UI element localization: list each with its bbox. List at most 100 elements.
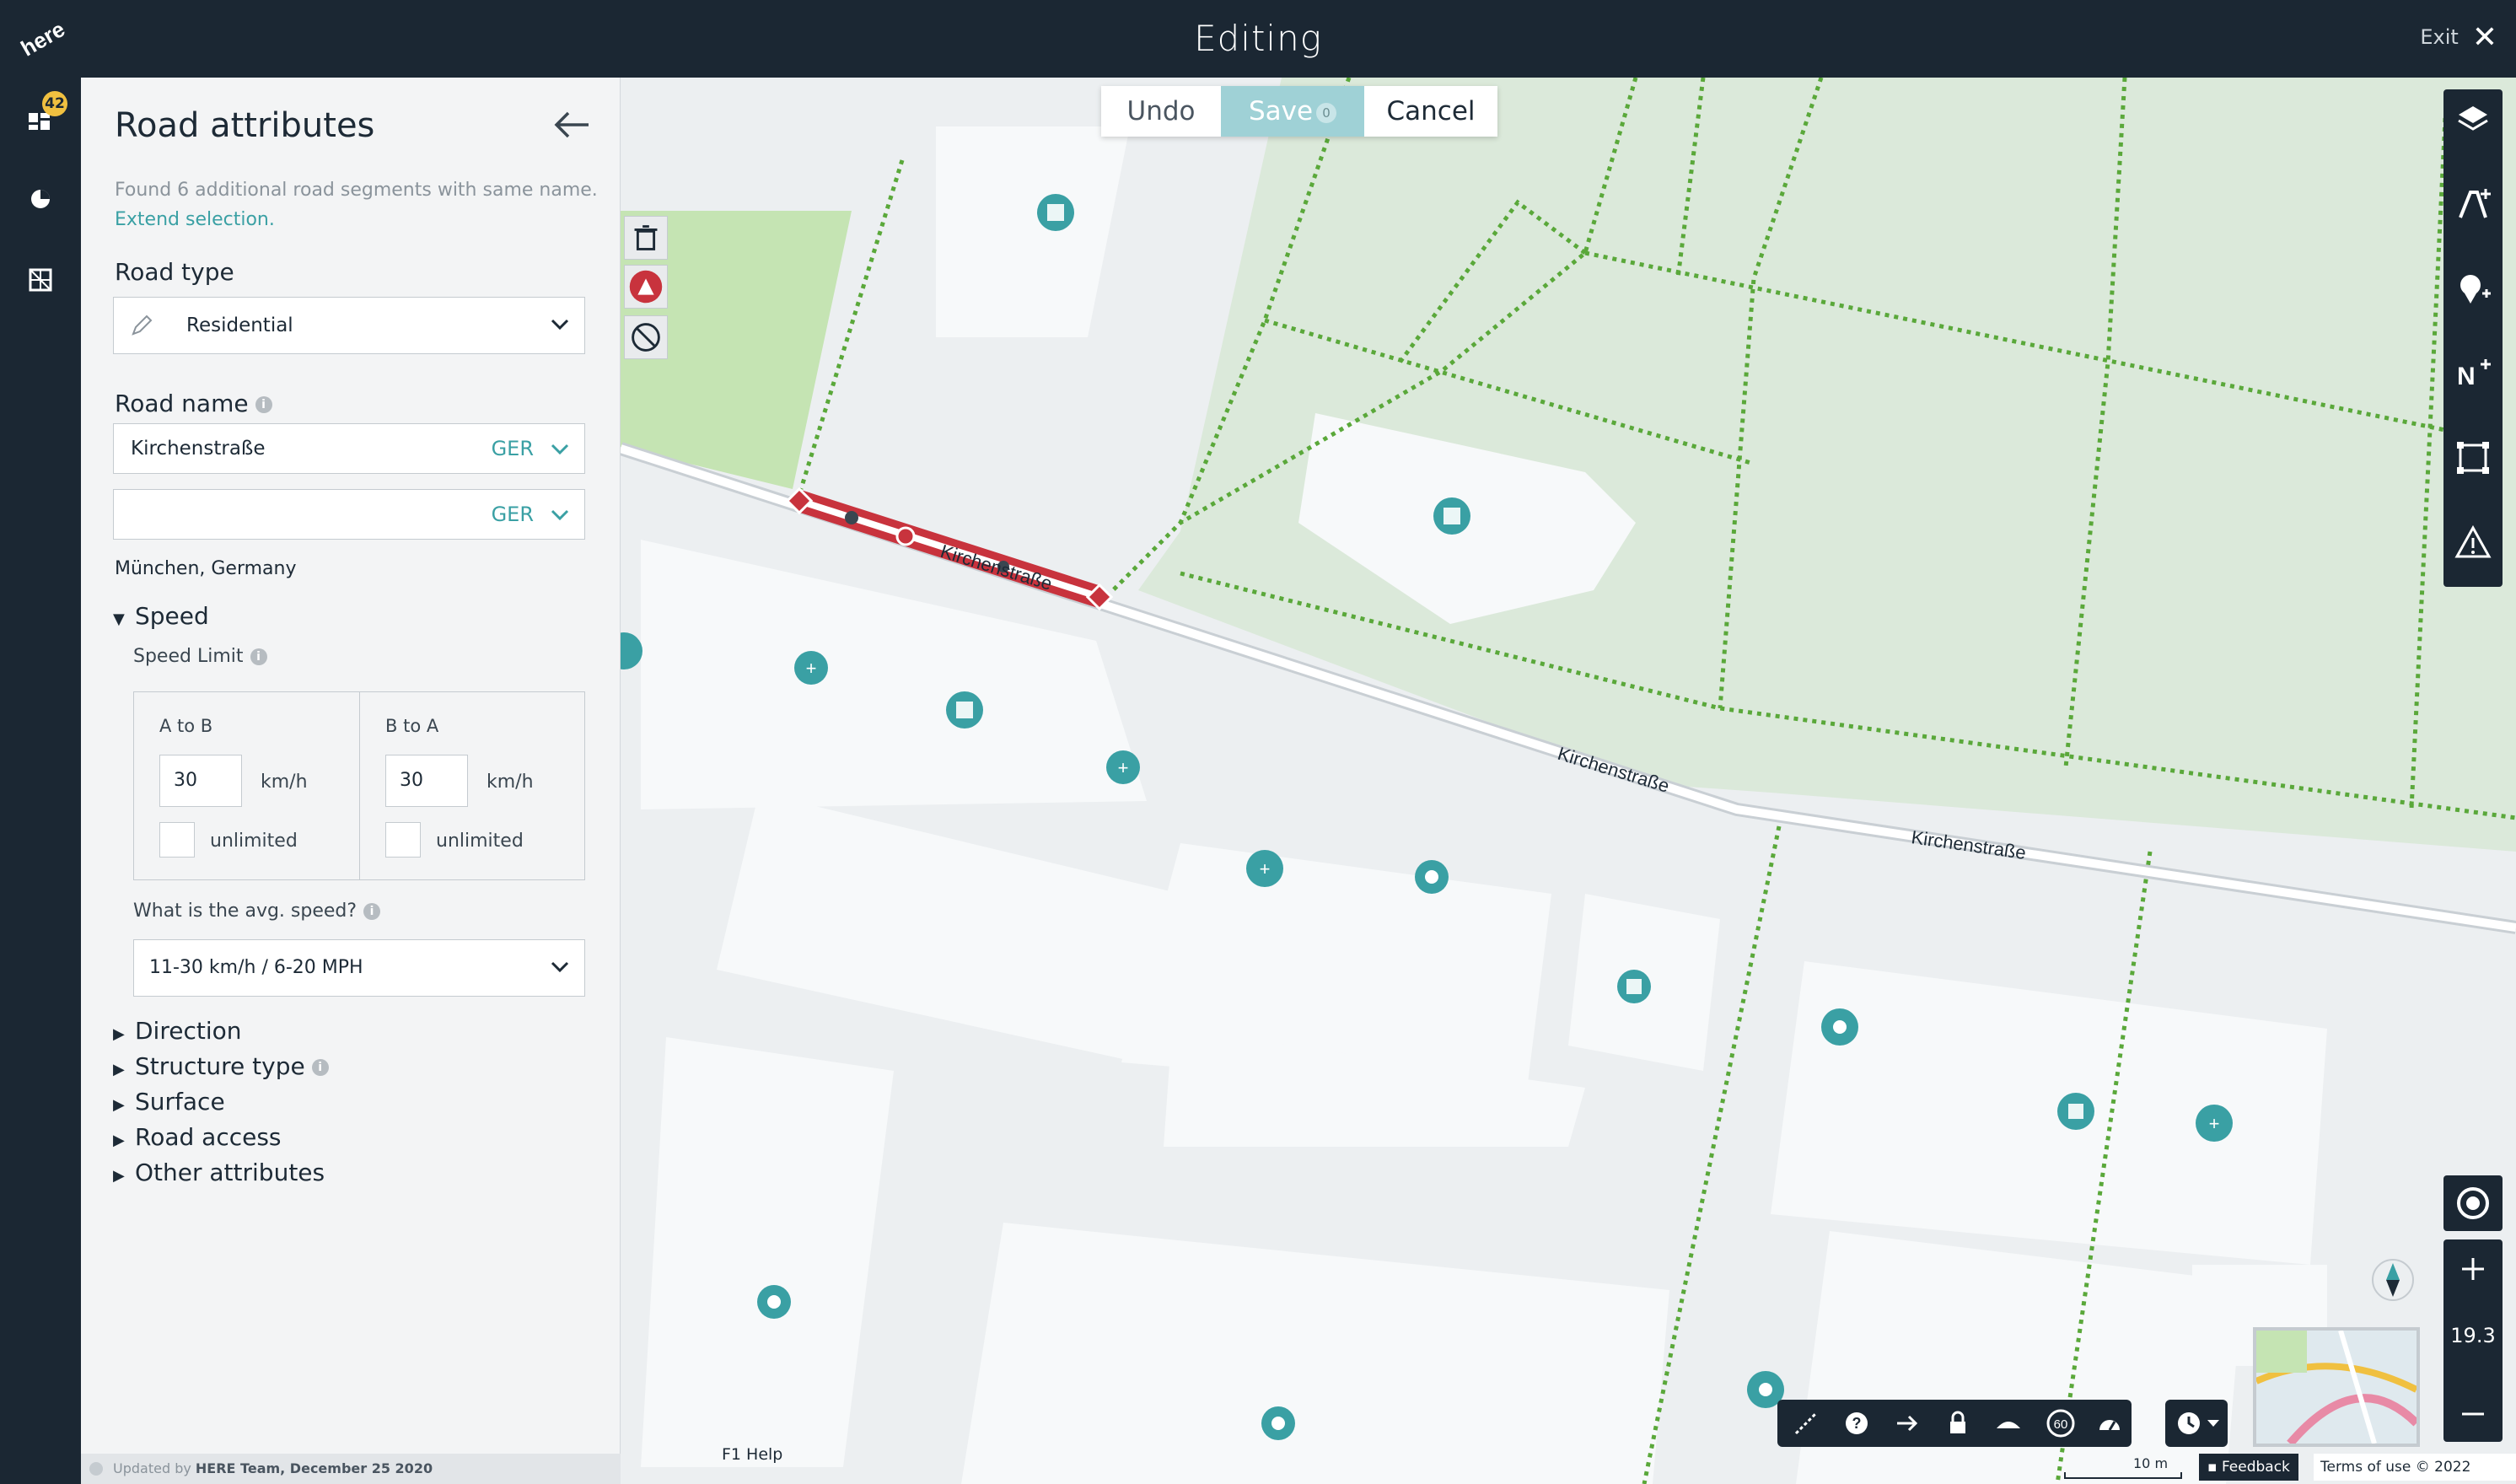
avg-speed-value: 11-30 km/h / 6-20 MPH bbox=[149, 957, 363, 978]
lock-icon[interactable] bbox=[1944, 1410, 1971, 1437]
help-icon[interactable]: ? bbox=[1843, 1410, 1870, 1437]
delete-button[interactable] bbox=[624, 216, 668, 260]
construction-icon bbox=[629, 270, 663, 304]
shape-point[interactable] bbox=[895, 526, 916, 546]
notification-badge: 42 bbox=[42, 91, 67, 116]
road-works-button[interactable] bbox=[624, 265, 668, 309]
chevron-down-icon bbox=[551, 319, 569, 331]
history-dropdown[interactable] bbox=[2165, 1400, 2228, 1447]
speed-a-to-b: A to B 30 km/h unlimited bbox=[134, 692, 358, 879]
svg-text:60: 60 bbox=[2054, 1417, 2068, 1432]
svg-text:?: ? bbox=[1852, 1415, 1862, 1432]
back-arrow-icon[interactable] bbox=[551, 108, 592, 142]
extend-selection-link[interactable]: Extend selection. bbox=[115, 205, 604, 234]
svg-text:N: N bbox=[2457, 363, 2476, 390]
triangle-right-icon: ▶ bbox=[113, 1167, 125, 1185]
feedback-button[interactable]: ▪ Feedback bbox=[2199, 1454, 2298, 1481]
bridge-icon[interactable] bbox=[1995, 1410, 2022, 1437]
top-bar: here Editing Exit ✕ bbox=[0, 0, 2516, 78]
a-to-b-label: A to B bbox=[159, 716, 213, 736]
scale-line bbox=[2064, 1472, 2182, 1479]
speed-b-to-a: B to A 30 km/h unlimited bbox=[360, 692, 584, 879]
a-to-b-unlimited-checkbox[interactable] bbox=[159, 822, 195, 858]
location-text: München, Germany bbox=[115, 558, 297, 579]
layers-icon[interactable] bbox=[2452, 98, 2494, 140]
triangle-right-icon: ▶ bbox=[113, 1096, 125, 1114]
minimap[interactable] bbox=[2253, 1327, 2420, 1447]
section-direction[interactable]: ▶ Direction bbox=[113, 1017, 242, 1045]
a-to-b-unit: km/h bbox=[261, 772, 308, 793]
target-icon bbox=[2457, 1187, 2489, 1219]
exit-label: Exit bbox=[2420, 25, 2459, 49]
right-toolbar: N bbox=[2443, 89, 2503, 587]
b-to-a-unlimited-checkbox[interactable] bbox=[385, 822, 421, 858]
compass-icon[interactable] bbox=[2369, 1256, 2417, 1304]
chevron-down-icon bbox=[551, 509, 569, 521]
direction-arrow-icon[interactable] bbox=[1894, 1410, 1921, 1437]
warning-icon[interactable] bbox=[2452, 521, 2494, 563]
page-title: Editing bbox=[1194, 18, 1322, 59]
road-name-input[interactable]: Kirchenstraße GER bbox=[113, 423, 585, 474]
a-to-b-unlimited-label: unlimited bbox=[210, 831, 298, 852]
road-name-secondary-input[interactable]: GER bbox=[113, 489, 585, 540]
section-structure-type[interactable]: ▶ Structure type i bbox=[113, 1052, 329, 1080]
no-turn-button[interactable] bbox=[624, 315, 668, 359]
language-select[interactable]: GER bbox=[492, 424, 534, 473]
section-other-attributes[interactable]: ▶ Other attributes bbox=[113, 1159, 325, 1186]
add-road-icon[interactable] bbox=[2452, 184, 2494, 226]
svg-text:+: + bbox=[806, 658, 817, 679]
road-name-value: Kirchenstraße bbox=[131, 438, 266, 460]
bottom-toolbar: ? 60 bbox=[1777, 1400, 2132, 1447]
pie-chart-icon[interactable] bbox=[25, 184, 56, 214]
zoom-controls: 19.3 bbox=[2443, 1239, 2503, 1442]
scale-bar: 10 m bbox=[2064, 1455, 2182, 1479]
no-turn-icon bbox=[632, 323, 660, 352]
triangle-down-icon: ▼ bbox=[113, 610, 125, 628]
info-icon[interactable]: i bbox=[255, 396, 272, 413]
add-area-icon[interactable] bbox=[2452, 437, 2494, 479]
panel-title: Road attributes bbox=[115, 106, 375, 145]
caret-down-icon bbox=[2207, 1420, 2219, 1427]
road-attributes-panel: Road attributes Found 6 additional road … bbox=[81, 78, 621, 1484]
trash-icon bbox=[634, 225, 658, 250]
clock-icon bbox=[2178, 1412, 2200, 1434]
section-speed[interactable]: ▼ Speed bbox=[113, 602, 209, 630]
info-icon[interactable]: i bbox=[311, 1059, 329, 1076]
section-surface[interactable]: ▶ Surface bbox=[113, 1088, 225, 1116]
speed-limit-icon[interactable]: 60 bbox=[2046, 1408, 2076, 1438]
locate-button[interactable] bbox=[2443, 1175, 2503, 1231]
chat-icon: ▪ bbox=[2207, 1459, 2218, 1476]
chevron-down-icon bbox=[551, 444, 569, 455]
chevron-down-icon bbox=[551, 961, 569, 973]
save-button[interactable]: Save 0 bbox=[1221, 86, 1364, 137]
undo-button[interactable]: Undo bbox=[1101, 86, 1221, 137]
exit-button[interactable]: Exit ✕ bbox=[2420, 19, 2497, 55]
add-address-icon[interactable]: N bbox=[2452, 352, 2494, 395]
info-icon[interactable]: i bbox=[363, 903, 381, 920]
zoom-out-icon[interactable] bbox=[2459, 1400, 2487, 1428]
language-select[interactable]: GER bbox=[492, 490, 534, 539]
terms-link[interactable]: Terms of use © 2022 HERE bbox=[2314, 1454, 2516, 1481]
road-type-select[interactable]: Residential bbox=[113, 297, 585, 354]
edit-toolbar: Undo Save 0 Cancel bbox=[1101, 86, 1497, 137]
shape-point[interactable] bbox=[845, 511, 858, 524]
triangle-right-icon: ▶ bbox=[113, 1132, 125, 1149]
b-to-a-unit: km/h bbox=[487, 772, 534, 793]
b-to-a-label: B to A bbox=[385, 716, 439, 736]
speedometer-icon[interactable] bbox=[2096, 1410, 2123, 1437]
cancel-button[interactable]: Cancel bbox=[1364, 86, 1497, 137]
avg-speed-select[interactable]: 11-30 km/h / 6-20 MPH bbox=[133, 939, 585, 997]
map-canvas[interactable]: Kirchenstraße Kirchenstraße Kirchenstraß… bbox=[621, 78, 2516, 1484]
road-type-value: Residential bbox=[186, 315, 293, 336]
b-to-a-input[interactable]: 30 bbox=[385, 755, 468, 807]
map-grid-icon[interactable] bbox=[25, 265, 56, 295]
close-icon: ✕ bbox=[2471, 19, 2497, 55]
add-place-icon[interactable] bbox=[2452, 268, 2494, 310]
avg-speed-label: What is the avg. speed? i bbox=[133, 901, 381, 922]
info-icon[interactable]: i bbox=[250, 648, 267, 665]
zoom-in-icon[interactable] bbox=[2459, 1255, 2487, 1283]
a-to-b-input[interactable]: 30 bbox=[159, 755, 242, 807]
section-road-access[interactable]: ▶ Road access bbox=[113, 1123, 282, 1151]
save-count-badge: 0 bbox=[1316, 102, 1337, 123]
measure-icon[interactable] bbox=[1793, 1410, 1820, 1437]
